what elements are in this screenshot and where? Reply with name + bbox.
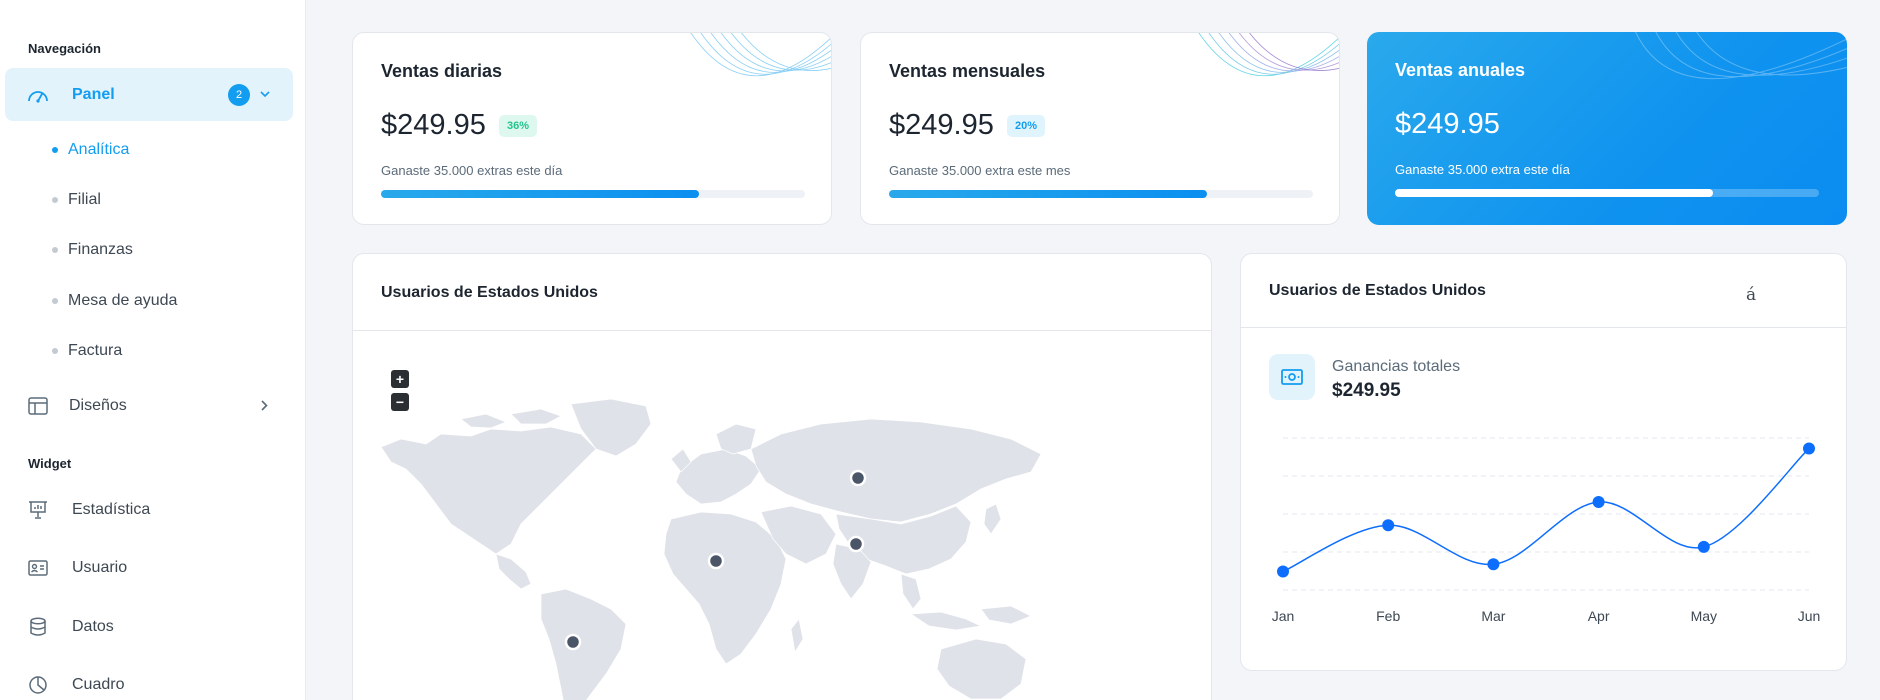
sidebar-item-label: Cuadro [72,675,125,693]
sidebar-subitem-finanzas[interactable]: Finanzas [52,235,133,265]
stat-description: Ganaste 35.000 extras este día [381,163,563,178]
database-icon [27,616,49,638]
stat-title: Ventas diarias [381,61,503,81]
notification-badge: 2 [228,83,250,106]
sidebar-item-estadistica[interactable]: Estadística [5,483,293,536]
map-marker[interactable] [564,633,582,651]
sidebar-item-label: Diseños [69,396,127,414]
x-tick-label: Feb [1376,608,1401,624]
stat-card-yearly: Ventas anuales $249.95 Ganaste 35.000 ex… [1367,32,1847,225]
progress-fill [381,190,699,198]
widget-caption: Widget [28,456,72,471]
percent-badge: 20% [1007,115,1046,137]
sidebar-item-cuadro[interactable]: Cuadro [5,658,293,700]
sidebar-subitem-factura[interactable]: Factura [52,336,122,366]
sidebar-item-label: Usuario [72,558,128,576]
sidebar-item-label: Datos [72,617,114,635]
presentation-chart-icon [27,499,49,521]
progress-fill [889,190,1207,198]
earnings-line-chart [1277,437,1815,591]
map-card-title: Usuarios de Estados Unidos [381,284,598,301]
x-tick-label: May [1690,608,1718,624]
subitem-label: Mesa de ayuda [68,292,178,309]
data-point[interactable] [1487,558,1500,571]
sidebar-subitem-analitica[interactable]: Analítica [52,135,129,165]
divider [353,330,1211,331]
stat-description: Ganaste 35.000 extra este día [1395,162,1570,177]
x-tick-label: Jan [1271,608,1295,624]
x-tick-label: Jun [1797,608,1821,624]
sidebar-item-panel[interactable]: Panel 2 [5,68,293,121]
dashboard-gauge-icon [27,84,49,106]
subitem-label: Factura [68,342,123,359]
stat-value: $249.95 [889,109,994,141]
decorative-lines-icon [1635,32,1847,80]
bullet-icon [52,147,58,153]
chevron-down-icon [258,88,272,102]
sidebar-subitem-filial[interactable]: Filial [52,185,101,215]
sidebar-subitem-mesa-de-ayuda[interactable]: Mesa de ayuda [52,286,177,316]
world-map[interactable] [381,394,1121,700]
pie-chart-icon [27,674,49,696]
stat-value: $249.95 [381,109,486,141]
data-point[interactable] [1697,540,1710,553]
x-tick-label: Apr [1587,608,1610,624]
zoom-in-button[interactable]: + [391,370,409,388]
sidebar-item-disenos[interactable]: Diseños [5,379,293,432]
percent-badge: 36% [499,115,538,137]
decorative-lines-icon [690,33,831,77]
nav-caption: Navegación [28,41,101,56]
stat-title: Ventas anuales [1395,60,1526,80]
data-point[interactable] [1277,565,1289,578]
stat-card-monthly: Ventas mensuales $249.95 20% Ganaste 35.… [860,32,1340,225]
bullet-icon [52,348,58,354]
sidebar-item-usuario[interactable]: Usuario [5,541,293,594]
layout-icon [27,395,49,417]
bullet-icon [52,298,58,304]
map-marker[interactable] [847,535,865,553]
data-point[interactable] [1592,496,1605,509]
subitem-label: Analítica [68,141,130,158]
data-point[interactable] [1382,519,1395,532]
map-card: Usuarios de Estados Unidos + − [352,253,1212,700]
data-point[interactable] [1803,442,1815,455]
progress-bar [381,190,805,198]
sidebar-item-datos[interactable]: Datos [5,600,293,653]
sidebar-item-label: Panel [72,85,115,103]
x-tick-label: Mar [1481,608,1506,624]
subitem-label: Finanzas [68,241,133,258]
stat-description: Ganaste 35.000 extra este mes [889,163,1071,178]
sidebar: Navegación Panel 2 Analítica Filial Fina… [0,0,306,700]
decorative-lines-icon [1198,33,1339,77]
bullet-icon [52,247,58,253]
earnings-card: Usuarios de Estados Unidos á Ganancias t… [1240,253,1847,671]
map-marker[interactable] [707,552,725,570]
sidebar-item-label: Estadística [72,500,151,518]
stat-card-daily: Ventas diarias $249.95 36% Ganaste 35.00… [352,32,832,225]
progress-fill [1395,189,1713,197]
chevron-right-icon [257,399,271,413]
user-card-icon [27,557,49,579]
stat-value: $249.95 [1395,108,1500,140]
stat-title: Ventas mensuales [889,61,1046,81]
progress-bar [889,190,1313,198]
subitem-label: Filial [68,191,101,208]
bullet-icon [52,197,58,203]
series-line [1282,447,1810,573]
progress-bar [1395,189,1819,197]
map-marker[interactable] [849,469,867,487]
